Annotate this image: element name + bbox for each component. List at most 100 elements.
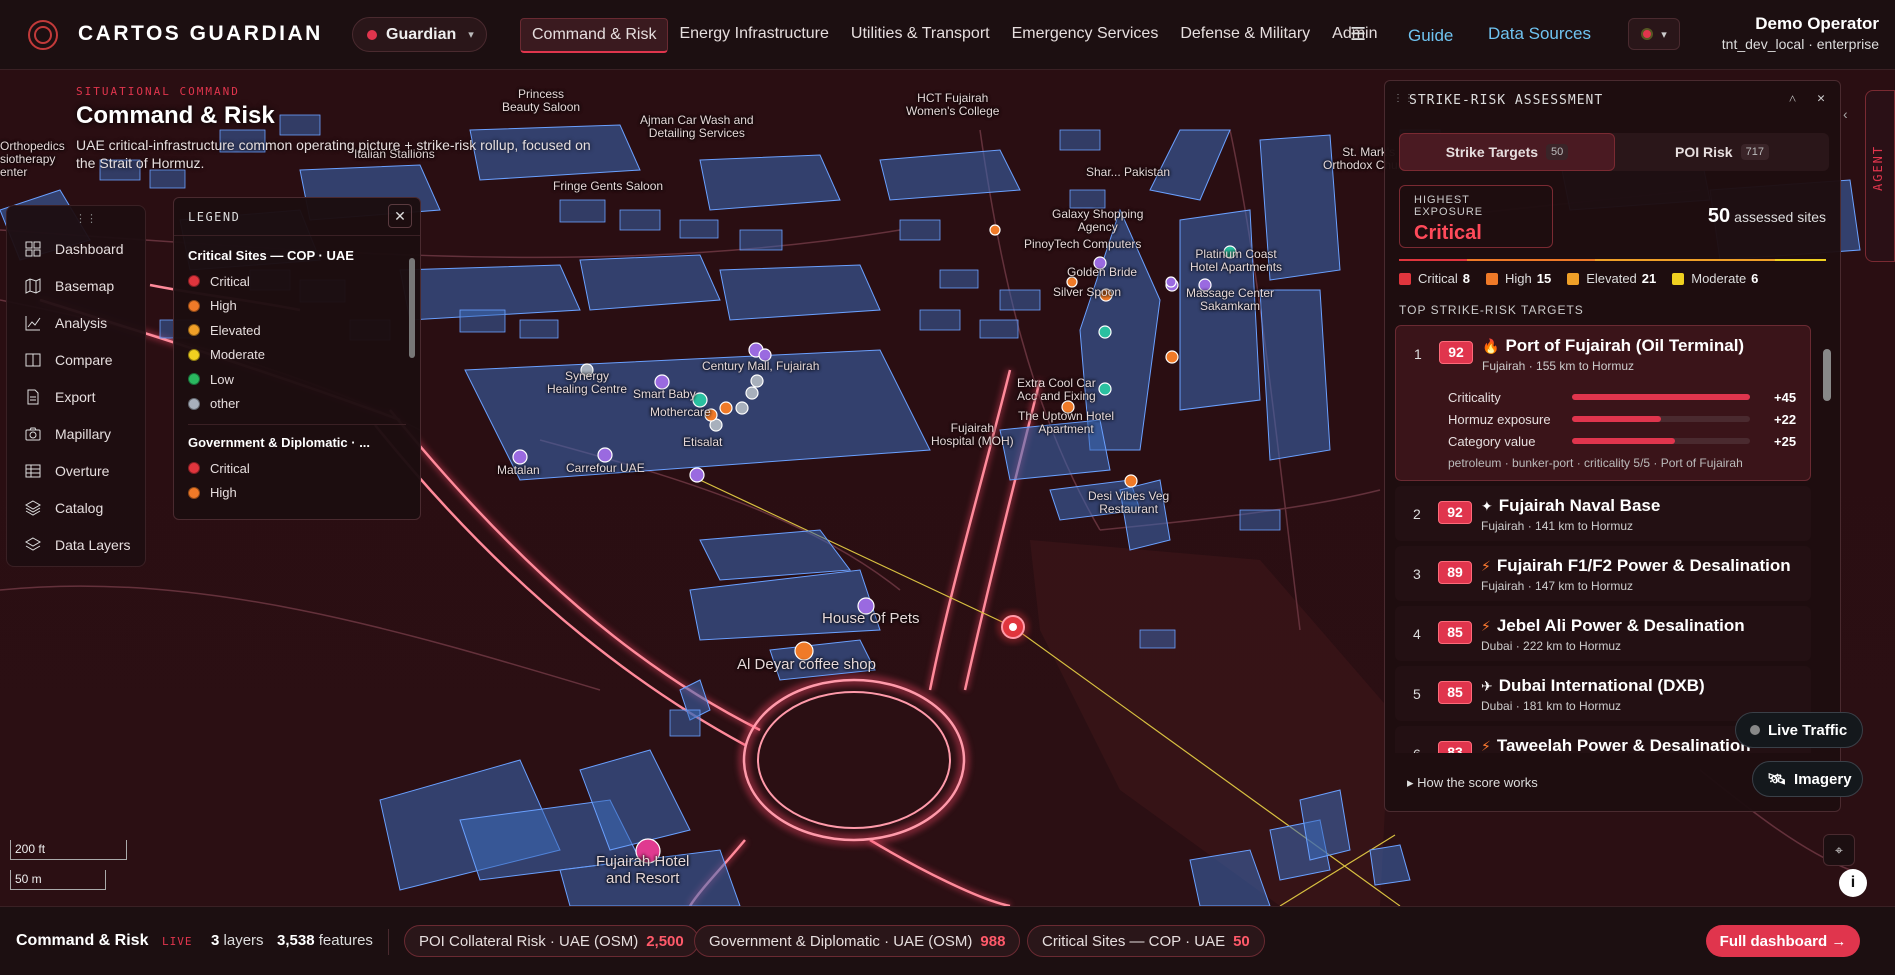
menu-icon[interactable]: ☰ [1350,24,1366,45]
drag-handle-icon[interactable]: ⋮⋮ [75,212,97,225]
feature-count: 3,538 features [277,932,373,949]
locate-icon[interactable]: ⌖ [1823,834,1855,866]
tab-count-badge: 50 [1546,144,1569,160]
flame-icon: 🔥 [1482,338,1500,354]
breakdown-value: +22 [1774,411,1797,427]
tool-dashboard[interactable]: Dashboard [7,230,145,267]
legend-item: Low [188,367,406,392]
nav-emergency-services[interactable]: Emergency Services [1001,18,1170,53]
breakdown-label: Hormuz exposure [1448,411,1551,427]
drag-handle-icon[interactable]: ⋮⋮ [1393,93,1415,104]
legend-item: other [188,392,406,417]
tier-count: 15 [1536,271,1552,286]
target-card[interactable]: 2 92 ✦ Fujairah Naval Base Fujairah · 141… [1395,486,1811,541]
target-card[interactable]: 1 92 🔥 Port of Fujairah (Oil Terminal) Fu… [1395,325,1811,481]
tool-data-layers[interactable]: Data Layers [7,526,145,563]
live-badge: LIVE [162,935,193,948]
target-card[interactable]: 3 89 ⚡ Fujairah F1/F2 Power & Desalinatio… [1395,546,1811,601]
tool-overture[interactable]: Overture [7,452,145,489]
swatch-icon [188,348,200,361]
logo-icon[interactable] [28,20,58,50]
target-rank: 1 [1414,346,1422,362]
page-title: Command & Risk [76,102,275,129]
tool-label: Mapillary [55,425,112,442]
map-label-galaxy-shopping: Galaxy Shopping Agency [1052,207,1144,235]
recording-toggle[interactable]: ▾ [1628,18,1680,50]
map-label-hct: HCT Fujairah Women's College [906,91,1000,119]
scroll-thumb[interactable] [1823,349,1831,401]
nav-command-risk[interactable]: Command & Risk [520,18,669,53]
assessed-sites: 50 assessed sites [1708,205,1826,228]
strike-risk-panel: ⋮⋮ STRIKE-RISK ASSESSMENT ˄ ✕ Strike Targ… [1384,80,1841,812]
legend-item-label: other [210,396,240,412]
map-label-extra-cool: Extra Cool Car Acc and Fixing [1017,376,1096,404]
chevron-left-icon[interactable]: ‹ [1843,106,1861,130]
tool-mapillary[interactable]: Mapillary [7,415,145,452]
data-sources-link[interactable]: Data Sources [1488,24,1591,44]
tool-export[interactable]: Export [7,378,145,415]
nav-utilities-transport[interactable]: Utilities & Transport [840,18,1001,53]
tab-label: POI Risk [1675,144,1733,160]
map-label-etisalat: Etisalat [683,435,723,449]
score-badge: 85 [1438,621,1472,644]
chevron-right-icon: ▸ [1407,775,1418,790]
breakdown-row: Criticality +45 [1448,386,1798,408]
main-nav: Command & Risk Energy Infrastructure Uti… [520,18,1389,53]
imagery-toggle[interactable]: 🛰 Imagery [1752,761,1863,797]
target-name: Port of Fujairah (Oil Terminal) [1505,336,1745,355]
top-bar: CARTOS GUARDIAN Guardian ▾ Command & Ris… [0,0,1895,70]
guide-link[interactable]: Guide [1408,26,1453,46]
swatch-icon [188,275,200,288]
how-score-works-toggle[interactable]: ▸ How the score works [1407,775,1538,791]
agent-drawer-tab[interactable]: AGENT [1865,90,1895,262]
chip-count: 50 [1233,932,1250,950]
info-icon[interactable]: i [1839,869,1867,897]
nav-energy-infrastructure[interactable]: Energy Infrastructure [668,18,839,53]
map-label-synergy: Synergy Healing Centre [547,369,628,397]
target-name: Jebel Ali Power & Desalination [1496,616,1745,635]
live-traffic-toggle[interactable]: Live Traffic [1735,712,1863,748]
target-location: Dubai · 181 km to Hormuz [1481,699,1622,713]
target-card[interactable]: 4 85 ⚡ Jebel Ali Power & Desalination Dub… [1395,606,1811,661]
map-label-house-of-pets: House Of Pets [822,610,920,627]
swatch-icon [188,324,200,337]
target-list: 1 92 🔥 Port of Fujairah (Oil Terminal) Fu… [1395,325,1811,753]
tool-basemap[interactable]: Basemap [7,267,145,304]
bottom-status-bar: Command & Risk LIVE 3 layers 3,538 featu… [0,906,1895,975]
breakdown-label: Criticality [1448,389,1501,405]
map-label-orthopedics: Orthopedics siotherapy enter [0,139,65,180]
score-badge: 83 [1438,741,1472,753]
chevron-down-icon: ▾ [468,29,474,41]
map-label-fringe-gents: Fringe Gents Saloon [553,179,664,193]
how-score-label: How the score works [1417,775,1538,790]
layer-chip-poi-collateral[interactable]: POI Collateral Risk · UAE (OSM) 2,500 [404,925,699,957]
record-icon [1641,28,1654,40]
breakdown-fill [1572,394,1750,400]
tier-distribution-bar [1399,259,1826,261]
minimize-icon[interactable]: ˄ [1789,91,1797,107]
map-label-massage-center: Massage Center Sakamkam [1186,286,1275,314]
nav-defense-military[interactable]: Defense & Military [1169,18,1321,53]
chip-count: 2,500 [646,932,684,950]
tier-segment-critical [1399,259,1468,261]
map-label-golden-bride: Golden Bride [1067,265,1138,279]
target-list-scrollbar[interactable] [1821,331,1833,749]
legend-scrollbar[interactable] [408,242,416,512]
legend-item: High [188,481,406,506]
tool-catalog[interactable]: Catalog [7,489,145,526]
legend-body: Critical Sites — COP · UAE Critical High… [174,236,420,518]
tool-compare[interactable]: Compare [7,341,145,378]
close-icon[interactable]: ✕ [388,204,412,228]
layer-chip-government[interactable]: Government & Diplomatic · UAE (OSM) 988 [694,925,1021,957]
chart-line-icon [25,315,41,330]
scroll-thumb[interactable] [409,258,415,358]
org-selector[interactable]: Guardian ▾ [352,17,487,52]
user-menu[interactable]: Demo Operator tnt_dev_local · enterprise [1722,14,1879,52]
breakdown-value: +45 [1774,389,1797,405]
tab-strike-targets[interactable]: Strike Targets 50 [1399,133,1615,171]
full-dashboard-button[interactable]: Full dashboard → [1706,925,1860,957]
tab-poi-risk[interactable]: POI Risk 717 [1615,133,1829,171]
layer-chip-critical-sites[interactable]: Critical Sites — COP · UAE 50 [1027,925,1265,957]
tool-analysis[interactable]: Analysis [7,304,145,341]
close-icon[interactable]: ✕ [1817,91,1826,107]
